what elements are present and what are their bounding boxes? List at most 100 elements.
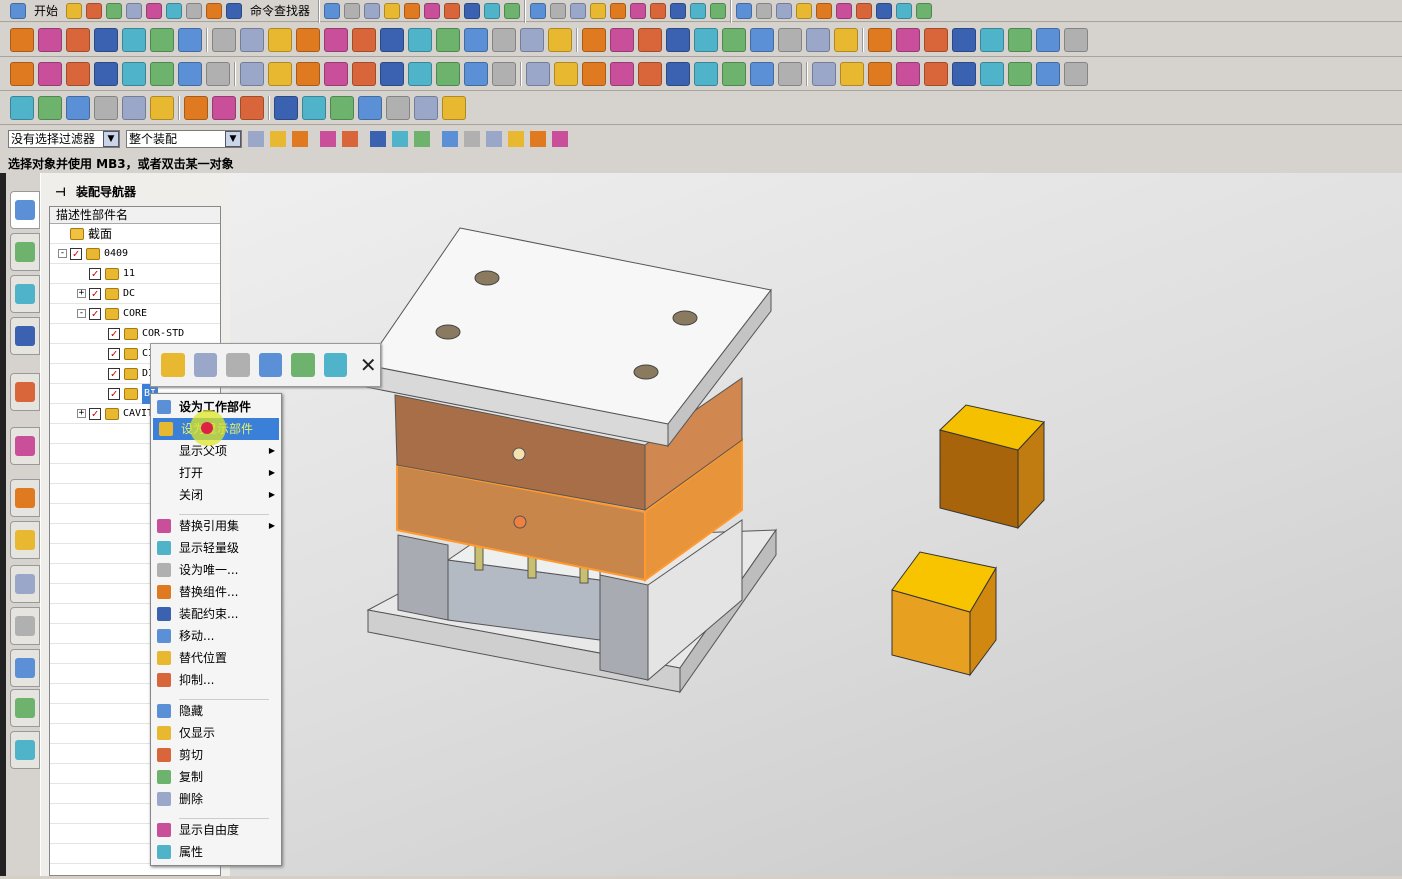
toolbar-tool-icon[interactable] xyxy=(1008,61,1032,86)
toolbar-tool-icon[interactable] xyxy=(806,27,830,52)
toolbar-tool-icon[interactable] xyxy=(464,130,480,147)
toolbar-tool-icon[interactable] xyxy=(868,61,892,86)
toolbar-tool-icon[interactable] xyxy=(840,61,864,86)
toolbar-tool-icon[interactable] xyxy=(778,27,802,52)
visibility-checkbox[interactable]: ✓ xyxy=(89,408,101,420)
toolbar-tool-icon[interactable] xyxy=(504,2,521,19)
menu-item[interactable]: 剪切 xyxy=(151,744,281,766)
toolbar-tool-icon[interactable] xyxy=(66,27,90,52)
command-finder-label[interactable]: 命令查找器 xyxy=(250,2,310,19)
toolbar-tool-icon[interactable] xyxy=(384,2,401,19)
assembly-constraint-icon[interactable] xyxy=(161,353,185,377)
toolbar-tool-icon[interactable] xyxy=(212,27,236,52)
toolbar-tool-icon[interactable] xyxy=(530,130,546,147)
info-tab[interactable] xyxy=(10,373,40,411)
toolbar-tool-icon[interactable] xyxy=(404,2,421,19)
toolbar-tool-icon[interactable] xyxy=(610,2,627,19)
toolbar-tool-icon[interactable] xyxy=(750,61,774,86)
toolbar-tool-icon[interactable] xyxy=(796,2,813,19)
web-browser-tab[interactable] xyxy=(10,427,40,465)
toolbar-tool-icon[interactable] xyxy=(302,95,326,120)
toolbar-tool-icon[interactable] xyxy=(690,2,707,19)
toolbar-tool-icon[interactable] xyxy=(812,61,836,86)
visibility-checkbox[interactable]: ✓ xyxy=(108,348,120,360)
toolbar-tool-icon[interactable] xyxy=(352,27,376,52)
menu-item[interactable]: 复制 xyxy=(151,766,281,788)
toolbar-tool-icon[interactable] xyxy=(296,61,320,86)
process-studio-tab[interactable] xyxy=(10,607,40,645)
components-icon[interactable] xyxy=(193,353,218,377)
toolbar-tool-icon[interactable] xyxy=(486,130,502,147)
toolbar-tool-icon[interactable] xyxy=(122,61,146,86)
toolbar-tool-icon[interactable] xyxy=(392,130,408,147)
toolbar-tool-icon[interactable] xyxy=(650,2,667,19)
toolbar-tool-icon[interactable] xyxy=(442,130,458,147)
cut-icon[interactable] xyxy=(126,2,143,19)
menu-item[interactable]: 装配约束... xyxy=(151,603,281,625)
toolbar-tool-icon[interactable] xyxy=(520,27,544,52)
menu-item[interactable]: 替换引用集 ▶ xyxy=(151,515,281,537)
toolbar-tool-icon[interactable] xyxy=(856,2,873,19)
toolbar-tool-icon[interactable] xyxy=(750,27,774,52)
toolbar-tool-icon[interactable] xyxy=(380,27,404,52)
toolbar-tool-icon[interactable] xyxy=(1064,61,1088,86)
toolbar-tool-icon[interactable] xyxy=(638,27,662,52)
toolbar-tool-icon[interactable] xyxy=(896,61,920,86)
scope-select[interactable]: 整个装配 ▼ xyxy=(126,129,242,148)
mold-base[interactable] xyxy=(365,227,777,694)
tree-row[interactable]: + ✓ DC xyxy=(50,284,220,304)
toolbar-tool-icon[interactable] xyxy=(548,27,572,52)
toolbar-tool-icon[interactable] xyxy=(530,2,547,19)
assembly-navigator-tab[interactable] xyxy=(10,191,40,229)
toolbar-tool-icon[interactable] xyxy=(408,61,432,86)
toolbar-tool-icon[interactable] xyxy=(150,61,174,86)
toolbar-tool-icon[interactable] xyxy=(1008,27,1032,52)
reposition-icon[interactable] xyxy=(291,353,315,377)
toolbar-tool-icon[interactable] xyxy=(342,130,358,147)
toolbar-tool-icon[interactable] xyxy=(240,61,264,86)
menu-item[interactable]: 显示轻量级 xyxy=(151,537,281,559)
toolbar-tool-icon[interactable] xyxy=(94,27,118,52)
menu-item[interactable]: 替换组件... xyxy=(151,581,281,603)
menu-item[interactable]: 移动... xyxy=(151,625,281,647)
menu-item[interactable]: 设为唯一... xyxy=(151,559,281,581)
move-component-icon[interactable] xyxy=(258,353,283,377)
toolbar-tool-icon[interactable] xyxy=(178,61,202,86)
start-menu-label[interactable]: 开始 xyxy=(34,2,58,19)
toolbar-tool-icon[interactable] xyxy=(324,2,341,19)
visualization-tab[interactable] xyxy=(10,565,40,603)
display-part-icon[interactable] xyxy=(226,353,250,377)
toolbar-tool-icon[interactable] xyxy=(630,2,647,19)
toolbar-tool-icon[interactable] xyxy=(270,130,286,147)
toolbar-tool-icon[interactable] xyxy=(1036,27,1060,52)
toolbar-tool-icon[interactable] xyxy=(778,61,802,86)
toolbar-tool-icon[interactable] xyxy=(722,27,746,52)
toolbar-tool-icon[interactable] xyxy=(756,2,773,19)
toolbar-tool-icon[interactable] xyxy=(590,2,607,19)
toolbar-tool-icon[interactable] xyxy=(776,2,793,19)
copy-icon[interactable] xyxy=(146,2,163,19)
report-tab[interactable] xyxy=(10,731,40,769)
menu-item[interactable]: 替代位置 xyxy=(151,647,281,669)
toolbar-tool-icon[interactable] xyxy=(610,27,634,52)
toolbar-tool-icon[interactable] xyxy=(980,27,1004,52)
roles-tab[interactable] xyxy=(10,649,40,687)
toolbar-tool-icon[interactable] xyxy=(980,61,1004,86)
toolbar-tool-icon[interactable] xyxy=(344,2,361,19)
toolbar-tool-icon[interactable] xyxy=(268,27,292,52)
toolbar-tool-icon[interactable] xyxy=(666,61,690,86)
toolbar-tool-icon[interactable] xyxy=(94,61,118,86)
visibility-checkbox[interactable]: ✓ xyxy=(89,268,101,280)
collapse-icon[interactable]: - xyxy=(58,249,67,258)
toolbar-tool-icon[interactable] xyxy=(240,95,264,120)
menu-item[interactable]: 关闭 ▶ xyxy=(151,484,281,506)
toolbar-tool-icon[interactable] xyxy=(442,95,466,120)
toolbar-tool-icon[interactable] xyxy=(212,95,236,120)
toolbar-tool-icon[interactable] xyxy=(666,27,690,52)
toolbar-tool-icon[interactable] xyxy=(736,2,753,19)
toolbar-tool-icon[interactable] xyxy=(436,61,460,86)
visibility-checkbox[interactable]: ✓ xyxy=(108,368,120,380)
toolbar-tool-icon[interactable] xyxy=(38,61,62,86)
toolbar-tool-icon[interactable] xyxy=(554,61,578,86)
template-tab[interactable] xyxy=(10,689,40,727)
